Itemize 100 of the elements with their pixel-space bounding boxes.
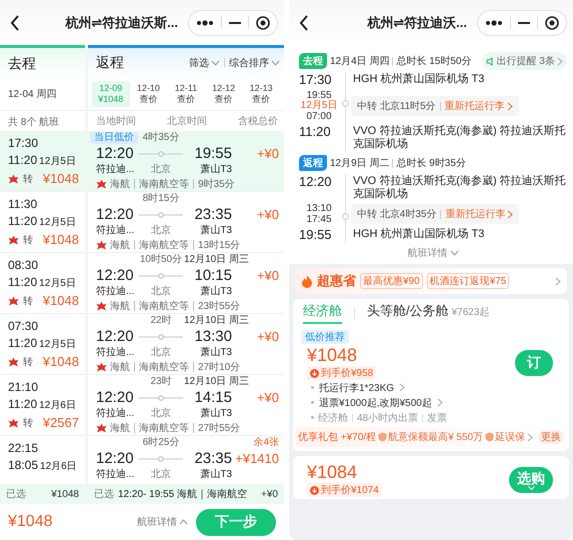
flight-details-link[interactable]: 航班详情 [137, 515, 188, 529]
duration-label: 4时35分 [142, 132, 180, 144]
airport-name: 符拉迪... [96, 346, 134, 359]
flight-row[interactable]: 11:30 11:20 12月5日 转 ¥1048 [0, 192, 85, 253]
total-duration: 27时55分 [198, 422, 240, 434]
flight-row[interactable]: 08:30 11:20 12月5日 转 ¥1048 [0, 253, 85, 314]
departure-time: 12:20 [96, 328, 135, 345]
more-icon[interactable] [485, 20, 503, 26]
arrival-date: 12月6日 [39, 399, 76, 412]
flight-row[interactable]: 8时15分 12:20 23:35 +¥0 符拉迪... 北京 萧山T3 海航 海南航空等 13时15分 [88, 192, 284, 253]
price: ¥1048 [42, 354, 79, 369]
arrival-date: 12月5日 [39, 338, 76, 351]
total-duration: 13时15分 [198, 238, 240, 252]
caret-icon [271, 60, 280, 66]
price: ¥1048 [42, 293, 79, 308]
airline-name: 海航 [110, 300, 130, 312]
departure-time: 12:20 [96, 206, 135, 223]
chevron-icon [555, 276, 561, 286]
departure-time: 17:45 [306, 214, 332, 225]
promo-title: 超惠省 [317, 272, 356, 290]
departure-time: 07:00 [306, 111, 332, 122]
carrier-name: 海南航空等 [139, 360, 189, 374]
airline-logo-icon [8, 296, 19, 306]
carrier-name: 海南航空等 [139, 178, 189, 190]
flight-row[interactable]: 23时 12月10日 周三 12:20 14:15 +¥0 符拉迪... 北京 萧山T3 海航 海南航空等 27时55分 [88, 375, 284, 436]
duration-label: 6时25分 [142, 437, 180, 449]
route-line [139, 334, 183, 340]
airport-name: 萧山T3 [200, 163, 232, 176]
sort-button[interactable]: 综合排序 [229, 56, 280, 70]
minimize-icon[interactable] [229, 20, 241, 24]
shield-icon [485, 432, 494, 442]
flight-row[interactable]: 10时50分 12月10日 周三 12:20 10:15 +¥0 符拉迪... 北京 萧山T3 海航 海南航空等 23时55分 [88, 253, 284, 314]
airline-logo-icon [8, 356, 19, 366]
duration-label: 8时15分 [142, 193, 180, 205]
airline-logo-icon [96, 178, 107, 188]
flight-row[interactable]: 07:30 11:20 12月5日 转 ¥1048 [0, 314, 85, 375]
flight-row[interactable]: 22时 12月10日 周三 12:20 13:30 +¥0 符拉迪... 北京 萧山T3 海航 海南航空等 27时10分 [88, 314, 284, 375]
chevron-icon [557, 56, 563, 66]
airline-name: 海航 [110, 422, 130, 434]
caret-icon [211, 60, 220, 66]
stop-dot-icon [342, 213, 348, 220]
arrival-time: 11:20 [8, 336, 38, 350]
arrival-time: 14:15 [194, 389, 232, 406]
date-tab[interactable]: 12-13 查价 [242, 80, 280, 106]
more-icon[interactable] [196, 20, 214, 26]
filter-button[interactable]: 筛选 [189, 56, 220, 70]
departure-time: 12:20 [96, 145, 135, 162]
back-icon[interactable] [10, 14, 20, 30]
flight-row[interactable]: 当日低价 4时35分 12:20 19:55 +¥0 符拉迪... 北京 萧山T3 海航 海南航空等 9时35分 [88, 131, 284, 192]
airline-name: 海航 [110, 178, 130, 190]
airport-name: 符拉迪... [96, 285, 134, 298]
departure-time: 12:20 [299, 174, 333, 191]
airport-name: 符拉迪... [96, 468, 134, 481]
arrival-time: 19:55 [306, 90, 332, 101]
close-icon[interactable] [256, 16, 270, 30]
total-duration: 总时长 15时50分 [396, 54, 472, 68]
selected-label: 已选 [6, 488, 26, 501]
fare-note: 经济舱 [318, 412, 348, 424]
airport-name: HGH 杭州萧山国际机场 T3 [352, 227, 486, 242]
selected-label: 已选 [94, 488, 114, 501]
transfer-label: 转 [23, 234, 33, 246]
flight-row[interactable]: 17:30 11:20 12月5日 转 ¥1048 [0, 131, 85, 192]
minimize-icon[interactable] [518, 20, 530, 24]
promo-tag: 最高优惠¥90 [360, 273, 423, 289]
date-label: 12-04 周四 [0, 77, 85, 111]
total-duration: 总时长 9时35分 [396, 156, 466, 170]
flight-details-link[interactable]: 航班详情 [408, 246, 458, 260]
flight-row[interactable]: 21:10 11:20 12月6日 转 ¥2567 [0, 375, 85, 436]
date-tab[interactable]: 12-12 查价 [204, 80, 242, 106]
airport-name: 萧山T3 [200, 346, 232, 359]
airline-logo-icon [8, 234, 19, 244]
price: +¥0 [256, 146, 279, 161]
total-duration: 27时10分 [198, 360, 240, 374]
chevron-icon [507, 210, 514, 218]
departure-time: 17:30 [299, 72, 333, 88]
transfer-city: 北京 [151, 224, 171, 237]
close-icon[interactable] [545, 16, 559, 30]
transfer-city: 北京 [151, 285, 171, 298]
fare-rule-link[interactable]: 托运行李1*23KG [293, 380, 406, 395]
arrival-time: 13:10 [306, 203, 332, 214]
cabin-tab[interactable]: 头等舱/公务舱 ¥7623起 [367, 302, 490, 324]
price: +¥0 [256, 329, 279, 344]
date-tab[interactable]: 12-11 查价 [167, 80, 205, 106]
airport-name: 萧山T3 [200, 468, 232, 481]
caret-icon [450, 250, 458, 256]
insurance-item: 航意保额最高¥ 550万 [388, 430, 484, 444]
airport-name: 符拉迪... [96, 163, 134, 176]
price: +¥0 [256, 268, 279, 283]
recommend-badge: 低价推荐 [301, 330, 349, 344]
low-price-badge: 当日低价 [90, 132, 138, 144]
total-price: ¥1048 [8, 513, 54, 531]
fare-rule-link[interactable]: 退票¥1000起,改期¥500起 [293, 395, 443, 410]
back-icon[interactable] [299, 14, 309, 30]
total-duration: 9时35分 [198, 178, 235, 190]
column-header: 含税总价 [238, 114, 278, 128]
transfer-city: 北京 [151, 468, 171, 481]
date-tab[interactable]: 12-10 查价 [130, 80, 168, 106]
travel-reminder-button[interactable]: 出行提醒 3条 [482, 52, 567, 70]
fare-note: 48小时内出票 [357, 412, 418, 424]
selected-price: +¥0 [261, 488, 278, 500]
